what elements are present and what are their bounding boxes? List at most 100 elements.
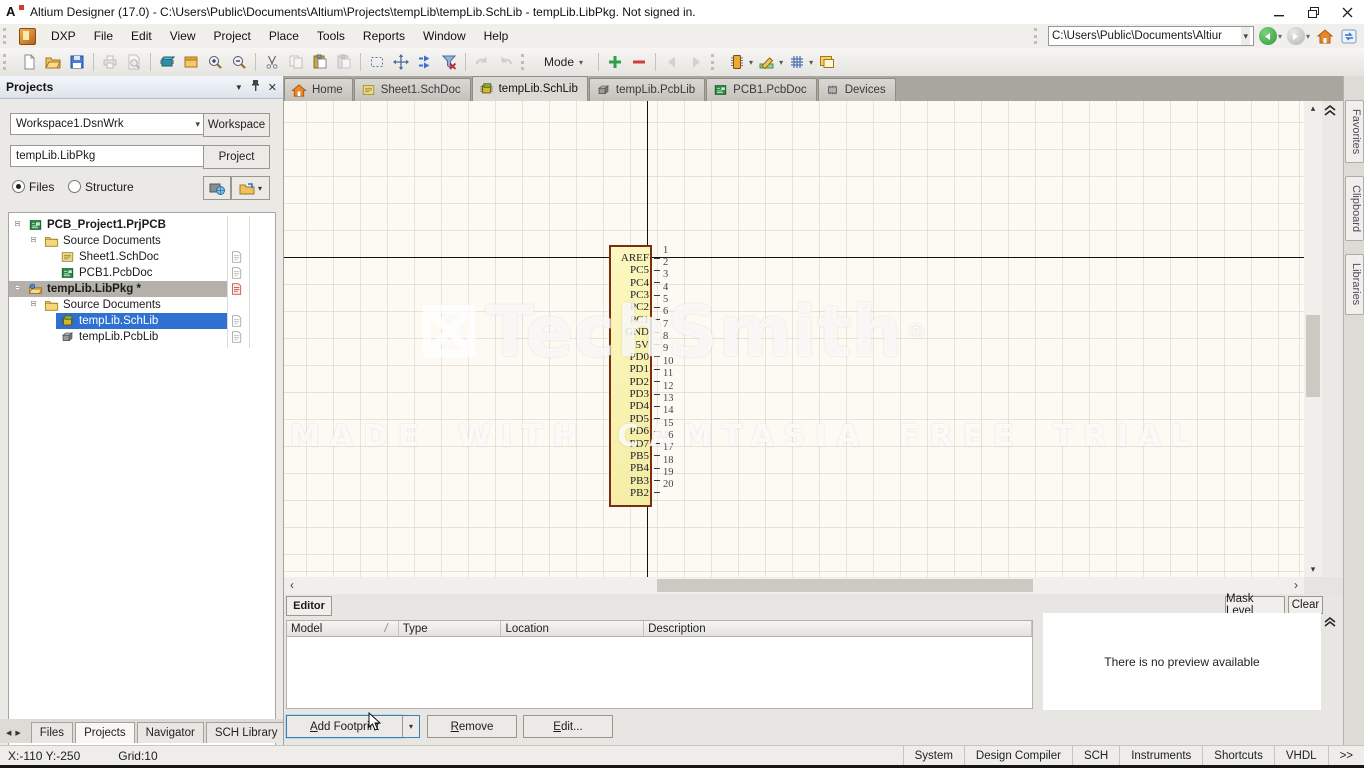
nav-back-icon[interactable] (1259, 27, 1277, 45)
tab-scroll-icons[interactable]: ◀▶ (6, 729, 25, 737)
zoom-in-button[interactable] (204, 51, 226, 73)
open-project-dropdown-button[interactable]: ▾ (231, 176, 270, 200)
status-button-sch[interactable]: SCH (1072, 746, 1119, 766)
schematic-canvas[interactable]: AREF1PC52PC43PC34PC25PC16GND75V8PD09PD11… (284, 101, 1304, 577)
pin-name-pd5[interactable]: PD5 (610, 413, 649, 425)
pin-name-pd2[interactable]: PD2 (610, 376, 649, 388)
select-area-button[interactable] (366, 51, 388, 73)
open-folder-button[interactable] (42, 51, 64, 73)
draw-tools-button[interactable] (756, 51, 778, 73)
toolbar-grip[interactable] (711, 54, 721, 70)
minimize-button[interactable] (1262, 0, 1296, 24)
mask-level-button[interactable]: Mask Level (1225, 596, 1285, 614)
collapse-icon[interactable] (31, 237, 40, 246)
side-tab-clipboard[interactable]: Clipboard (1345, 176, 1364, 241)
paste-special-button[interactable] (333, 51, 355, 73)
files-radio[interactable]: Files (12, 180, 54, 194)
pin-name-pd7[interactable]: PD7 (610, 438, 649, 450)
new-document-button[interactable] (18, 51, 40, 73)
editor-tab[interactable]: Editor (286, 596, 332, 616)
nav-back-dropdown-icon[interactable]: ▾ (1278, 32, 1282, 41)
draw-tools-dropdown-icon[interactable]: ▾ (779, 58, 783, 67)
pin-name-pd0[interactable]: PD0 (610, 351, 649, 363)
panel-tab-sch-library[interactable]: SCH Library (206, 722, 283, 743)
save-button[interactable] (66, 51, 88, 73)
status-button--[interactable]: >> (1328, 746, 1364, 766)
tree-row-templib-libpkg-[interactable]: tempLib.LibPkg * (9, 281, 275, 297)
side-tab-libraries[interactable]: Libraries (1345, 254, 1364, 314)
address-grip[interactable] (1034, 28, 1044, 44)
remove-item-button[interactable] (628, 51, 650, 73)
column-header-description[interactable]: Description (644, 621, 1032, 636)
doc-tab-pcb1-pcbdoc[interactable]: PCB1.PcbDoc (706, 78, 817, 101)
panel-menu-icon[interactable]: ▼ (235, 83, 243, 92)
menu-edit[interactable]: Edit (122, 25, 161, 47)
status-button-system[interactable]: System (903, 746, 964, 766)
menu-help[interactable]: Help (475, 25, 518, 47)
structure-radio[interactable]: Structure (68, 180, 134, 194)
status-button-shortcuts[interactable]: Shortcuts (1202, 746, 1274, 766)
tree-row-source-documents[interactable]: Source Documents (9, 233, 275, 249)
tree-row-pcb-project1-prjpcb[interactable]: PCB_Project1.PrjPCB (9, 217, 275, 233)
collapse-icon[interactable] (31, 301, 40, 310)
cross-probe-button[interactable] (414, 51, 436, 73)
pin-name-pb2[interactable]: PB2 (610, 487, 649, 499)
menu-tools[interactable]: Tools (308, 25, 354, 47)
pin-name-pb3[interactable]: PB3 (610, 475, 649, 487)
pin-name-pc3[interactable]: PC3 (610, 289, 649, 301)
chip-globe-button[interactable] (203, 176, 231, 200)
menu-window[interactable]: Window (414, 25, 475, 47)
close-button[interactable] (1330, 0, 1364, 24)
move-selection-button[interactable] (390, 51, 412, 73)
doc-tab-home[interactable]: Home (284, 78, 353, 101)
status-button-vhdl[interactable]: VHDL (1274, 746, 1328, 766)
clear-filter-button[interactable] (438, 51, 460, 73)
cut-button[interactable] (261, 51, 283, 73)
redo-button[interactable] (495, 51, 517, 73)
pin-name-pd3[interactable]: PD3 (610, 388, 649, 400)
panel-tab-navigator[interactable]: Navigator (137, 722, 204, 743)
pin-name-pc4[interactable]: PC4 (610, 277, 649, 289)
menu-dxp[interactable]: DXP (42, 25, 85, 47)
collapse-icon[interactable] (15, 221, 24, 230)
snippets-button[interactable] (816, 51, 838, 73)
nav-forward-icon[interactable] (1287, 27, 1305, 45)
workspace-panels-button[interactable] (180, 51, 202, 73)
project-field[interactable]: tempLib.LibPkg (10, 145, 206, 167)
ic-part-dropdown-icon[interactable]: ▾ (749, 58, 753, 67)
scroll-up-icon[interactable]: ▴ (1304, 103, 1322, 114)
pin-name-pd1[interactable]: PD1 (610, 363, 649, 375)
panel-tab-projects[interactable]: Projects (75, 722, 135, 743)
pin-name-pd6[interactable]: PD6 (610, 425, 649, 437)
address-dropdown-icon[interactable]: ▾ (1241, 27, 1250, 45)
pin-name-pc1[interactable]: PC1 (610, 314, 649, 326)
doc-tab-templib-pcblib[interactable]: tempLib.PcbLib (589, 78, 705, 101)
pin-name-pb5[interactable]: PB5 (610, 450, 649, 462)
toolbar-grip[interactable] (521, 54, 531, 70)
nav-back-button[interactable] (661, 51, 683, 73)
column-header-model[interactable]: Model/ (287, 621, 399, 636)
print-button[interactable] (99, 51, 121, 73)
clear-button[interactable]: Clear (1288, 596, 1323, 614)
panel-tab-files[interactable]: Files (31, 722, 73, 743)
collapse-icon[interactable] (15, 285, 24, 294)
side-tab-favorites[interactable]: Favorites (1345, 100, 1364, 163)
pin-name-pb4[interactable]: PB4 (610, 462, 649, 474)
panel-close-icon[interactable]: ✕ (268, 81, 277, 94)
nav-forward-button[interactable] (685, 51, 707, 73)
restore-button[interactable] (1296, 0, 1330, 24)
toolbar-grip[interactable] (3, 28, 13, 44)
scroll-down-icon[interactable]: ▾ (1304, 564, 1322, 575)
grid-settings-dropdown-icon[interactable]: ▾ (809, 58, 813, 67)
home-icon[interactable] (1316, 27, 1334, 45)
collapse-preview-icon[interactable] (1324, 616, 1336, 630)
address-combobox[interactable]: C:\Users\Public\Documents\Altiur ▾ (1048, 26, 1254, 46)
project-button[interactable]: Project (203, 145, 270, 169)
grid-settings-button[interactable] (786, 51, 808, 73)
status-button-instruments[interactable]: Instruments (1119, 746, 1202, 766)
doc-tab-sheet1-schdoc[interactable]: Sheet1.SchDoc (354, 78, 471, 101)
workspace-button[interactable]: Workspace (203, 113, 270, 137)
doc-tab-devices[interactable]: Devices (818, 78, 896, 101)
ic-part-button[interactable] (726, 51, 748, 73)
doc-tab-templib-schlib[interactable]: tempLib.SchLib (472, 76, 588, 101)
